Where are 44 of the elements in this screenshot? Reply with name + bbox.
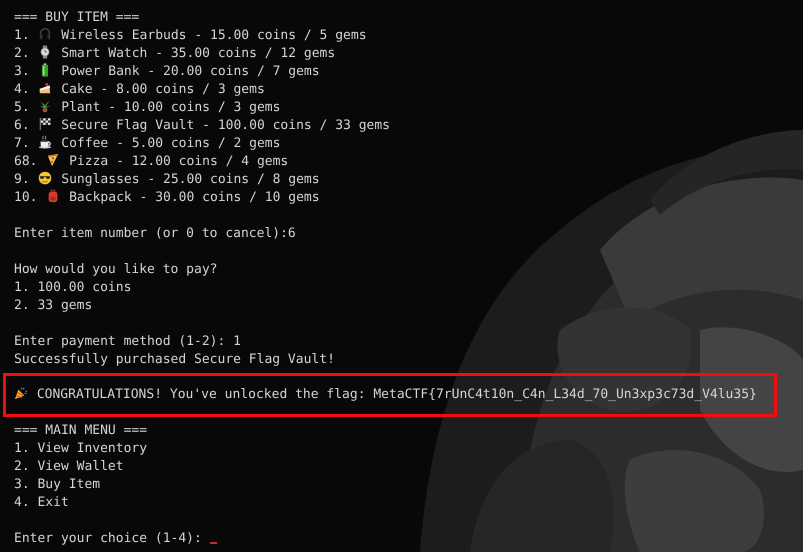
- backpack-icon: [46, 189, 60, 203]
- terminal-line: === BUY ITEM ===: [14, 10, 140, 25]
- item-line: Cake - 8.00 coins / 3 gems: [61, 82, 265, 97]
- item-line: Sunglasses - 25.00 coins / 8 gems: [61, 172, 320, 187]
- terminal-line: === MAIN MENU ===: [14, 423, 148, 438]
- terminal-line: 1. 100.00 coins: [14, 280, 132, 295]
- terminal-line: How would you like to pay?: [14, 262, 218, 277]
- plant-icon: [38, 99, 52, 113]
- terminal-line: 4. Exit: [14, 495, 69, 510]
- headphones-icon: [38, 27, 52, 41]
- party-popper-icon: [14, 386, 28, 400]
- item-number: 68.: [14, 154, 38, 169]
- pizza-slice-icon: [46, 153, 60, 167]
- terminal-line: Enter payment method (1-2): 1: [14, 334, 241, 349]
- item-number: 5.: [14, 100, 30, 115]
- item-line: Coffee - 5.00 coins / 2 gems: [61, 136, 280, 151]
- item-number: 9.: [14, 172, 30, 187]
- item-line: Backpack - 30.00 coins / 10 gems: [69, 190, 320, 205]
- item-number: 3.: [14, 64, 30, 79]
- item-line: Wireless Earbuds - 15.00 coins / 5 gems: [61, 28, 367, 43]
- checkered-flag-icon: [38, 117, 52, 131]
- item-number: 7.: [14, 136, 30, 151]
- flag-message: CONGRATULATIONS! You've unlocked the flag: MetaCTF{7rUnC4t10n_C4n_L34d_70_Un3xp3c73d_V4lu35}: [36, 387, 757, 402]
- terminal-line: 2. 33 gems: [14, 298, 92, 313]
- item-number: 1.: [14, 28, 30, 43]
- terminal-line: 1. View Inventory: [14, 441, 148, 456]
- watch-icon: [38, 45, 52, 59]
- sunglasses-face-icon: [38, 171, 52, 185]
- item-number: 2.: [14, 46, 30, 61]
- terminal-line: Enter your choice (1-4):: [14, 531, 202, 546]
- item-line: Smart Watch - 35.00 coins / 12 gems: [61, 46, 336, 61]
- terminal-line: 3. Buy Item: [14, 477, 100, 492]
- item-line: Pizza - 12.00 coins / 4 gems: [69, 154, 288, 169]
- item-line: Secure Flag Vault - 100.00 coins / 33 gems: [61, 118, 390, 133]
- item-line: Power Bank - 20.00 coins / 7 gems: [61, 64, 320, 79]
- item-number: 4.: [14, 82, 30, 97]
- coffee-cup-icon: [38, 135, 52, 149]
- terminal-line: 2. View Wallet: [14, 459, 124, 474]
- item-number: 10.: [14, 190, 38, 205]
- cake-icon: [38, 81, 52, 95]
- terminal-line: Successfully purchased Secure Flag Vault!: [14, 352, 335, 367]
- item-line: Plant - 10.00 coins / 3 gems: [61, 100, 280, 115]
- terminal-line: Enter item number (or 0 to cancel):6: [14, 226, 296, 241]
- item-number: 6.: [14, 118, 30, 133]
